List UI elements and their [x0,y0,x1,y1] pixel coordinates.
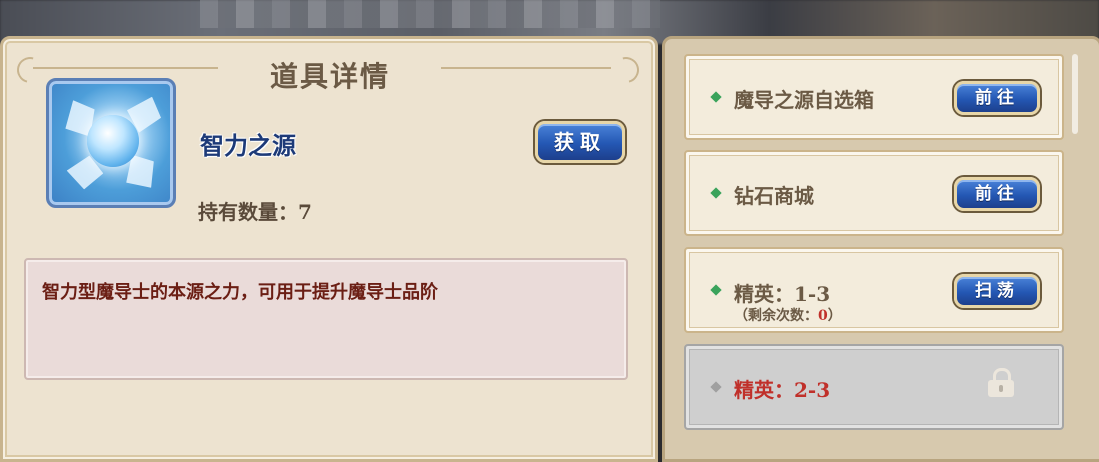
quantity-value: 7 [298,200,312,224]
bullet-diamond-icon [710,91,722,103]
source-label: 魔导之源自选箱 [734,88,874,112]
obtain-button[interactable]: 获取 [535,121,625,163]
item-description: 智力型魔导士的本源之力，可用于提升魔导士品阶 [42,282,438,303]
pixelated-region [200,0,660,28]
remaining-attempts: （剩余次数：0） [734,305,842,325]
sweep-button[interactable]: 扫荡 [954,274,1040,308]
source-entry-selection-box: 魔导之源自选箱 前往 [684,54,1064,140]
source-entry-diamond-shop: 钻石商城 前往 [684,150,1064,236]
remaining-attempts-suffix: ） [827,308,842,324]
intelligence-source-orb-icon [46,78,176,208]
source-label: 钻石商城 [734,184,814,208]
title-divider-right [441,67,611,69]
item-description-box: 智力型魔导士的本源之力，可用于提升魔导士品阶 [24,258,628,380]
source-entry-elite-2-3: 精英：2-3 [684,344,1064,430]
bullet-diamond-icon [710,284,722,296]
goto-button[interactable]: 前往 [954,81,1040,115]
quantity-label: 持有数量： [198,200,298,224]
ornament-swirl-left-icon [12,52,48,88]
remaining-attempts-prefix: （剩余次数： [734,308,818,324]
source-label: 精英：2-3 [734,378,831,402]
source-entry-elite-1-3: 精英：1-3 （剩余次数：0） 扫荡 [684,247,1064,333]
orb [87,115,139,167]
item-name: 智力之源 [200,131,296,160]
sources-scrollbar[interactable] [1072,54,1078,134]
title-divider-left [33,67,218,69]
goto-button[interactable]: 前往 [954,177,1040,211]
bullet-diamond-icon [710,187,722,199]
item-quantity: 持有数量：7 [198,196,312,225]
source-label: 精英：1-3 [734,282,831,306]
ornament-swirl-right-icon [608,52,644,88]
lock-icon [988,368,1014,397]
panel-title: 道具详情 [269,60,390,93]
bullet-diamond-icon [710,381,722,393]
remaining-attempts-value: 0 [818,308,828,324]
